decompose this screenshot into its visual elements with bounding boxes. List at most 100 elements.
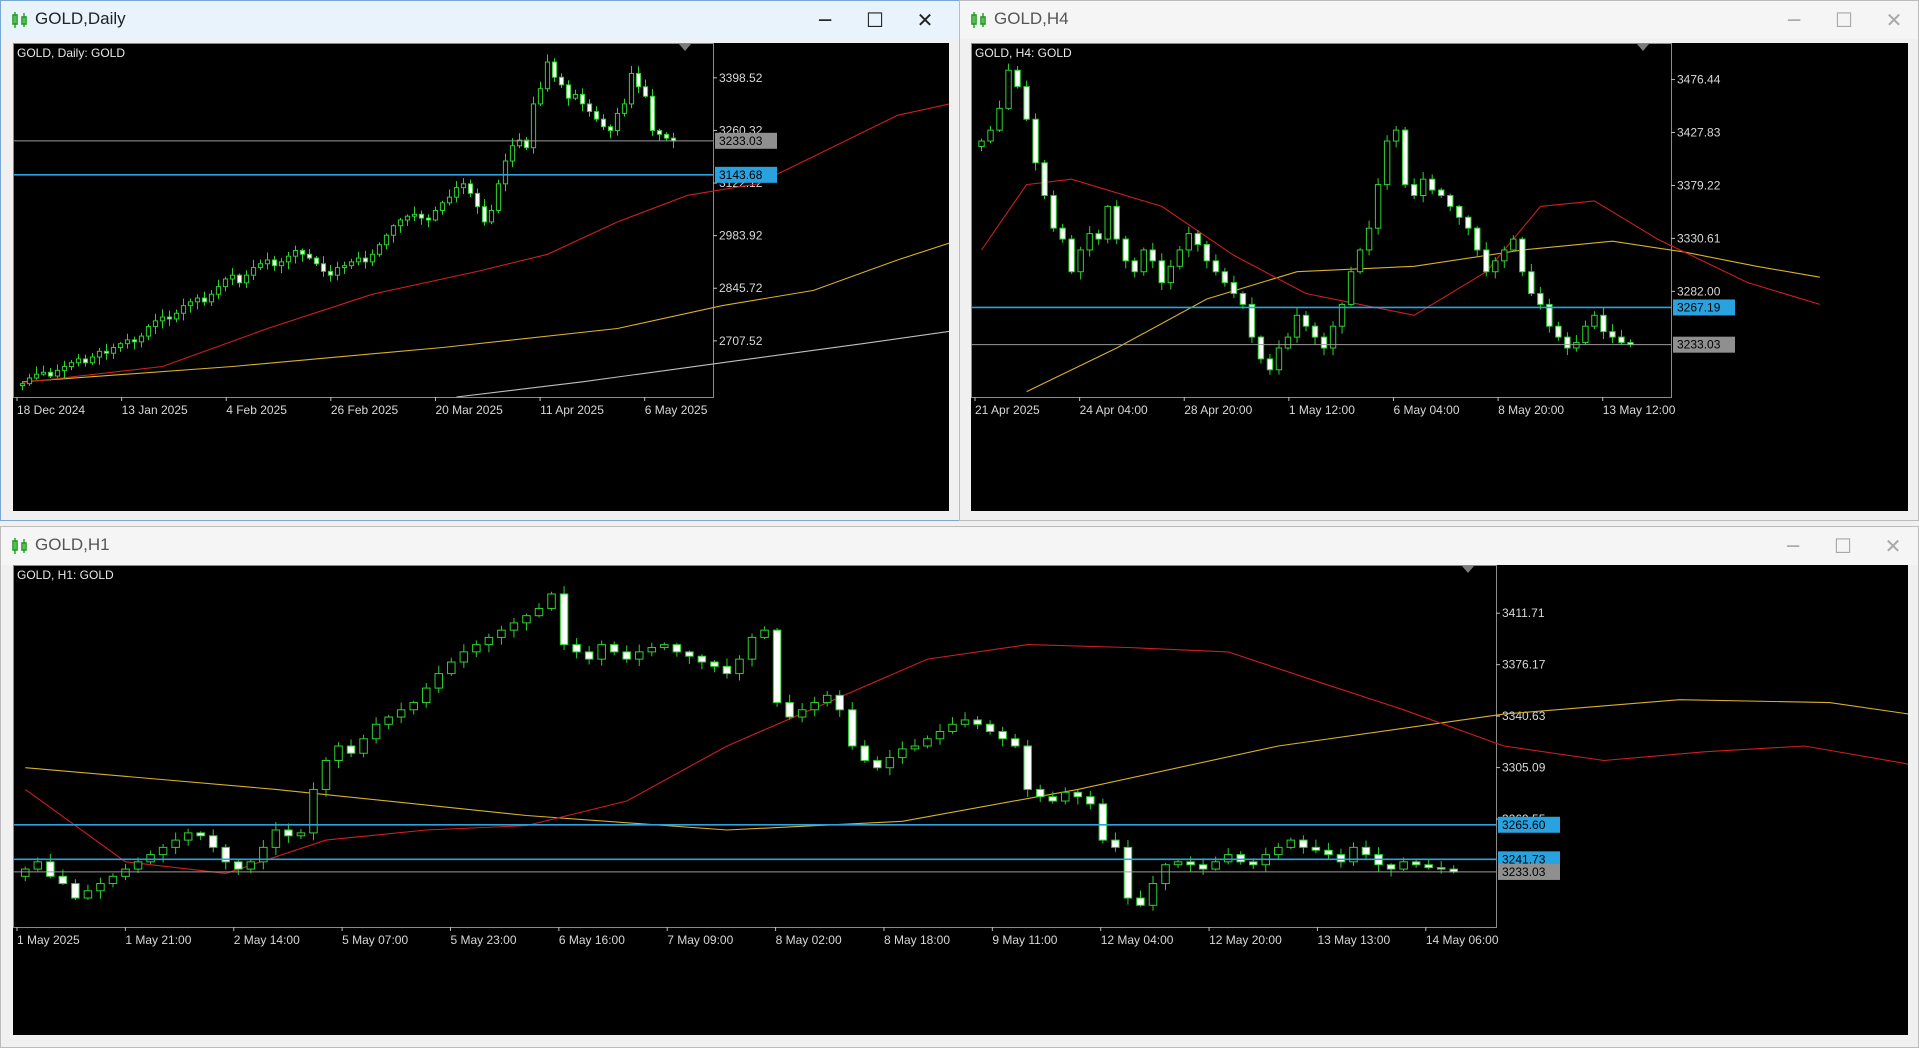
y-tick-label: 3305.09: [1502, 761, 1546, 775]
candle-bull: [309, 788, 318, 834]
title-bar-daily[interactable]: GOLD,Daily ─ ☐ ✕: [1, 1, 959, 39]
candle-bear: [1248, 861, 1258, 866]
candle-bull: [439, 202, 446, 211]
minimize-button[interactable]: ─: [1772, 4, 1816, 36]
candle-bear: [1136, 897, 1145, 906]
minimize-icon: ─: [1786, 534, 1800, 558]
candle-bull: [1274, 846, 1283, 856]
minimize-button[interactable]: ─: [1771, 530, 1815, 562]
candle-bear: [481, 206, 488, 223]
price-chart[interactable]: GOLD, H4: GOLD 3476.44 3427.83 3379.22 3330.…: [971, 43, 1908, 511]
candle-bear: [1311, 846, 1321, 851]
close-button[interactable]: ✕: [1872, 4, 1916, 36]
candle-bear: [1257, 336, 1265, 360]
maximize-button[interactable]: ☐: [1822, 4, 1866, 36]
candle-bear: [1010, 738, 1020, 747]
candle-bull: [89, 356, 96, 364]
price-chart[interactable]: GOLD, H1: GOLD3411.713376.173340.633305.…: [13, 565, 1908, 1035]
moving-average-line: [22, 103, 949, 384]
candle-bull: [355, 257, 362, 263]
candle-bull: [117, 343, 124, 349]
close-button[interactable]: ✕: [903, 4, 947, 36]
candle-bear: [622, 651, 631, 660]
close-icon: ✕: [1885, 8, 1903, 32]
candle-bull: [1492, 260, 1499, 273]
title-bar-h1[interactable]: GOLD,H1 ─ ☐ ✕: [1, 527, 1918, 565]
candle-bear: [998, 731, 1007, 740]
candle-bear: [1086, 796, 1095, 805]
candle-bear: [1239, 293, 1247, 305]
candle-bull: [495, 183, 502, 211]
candlestick-chart-icon: [12, 12, 27, 28]
maximize-button[interactable]: ☐: [853, 4, 897, 36]
x-tick-label: 8 May 20:00: [1498, 403, 1564, 417]
candle-bull: [1347, 271, 1355, 305]
candle-bull: [810, 702, 819, 711]
candle-bull: [83, 890, 93, 899]
price-tag-label: 3265.60: [1502, 818, 1546, 832]
candle-bear: [1474, 227, 1481, 251]
candle-bear: [327, 270, 334, 276]
candle-bear: [1411, 861, 1421, 866]
chart-window-h4[interactable]: GOLD,H4 ─ ☐ ✕ GOLD, H4: GOLD 3476.44 3427.…: [959, 0, 1919, 521]
candle-bull: [647, 647, 657, 653]
chart-canvas-h4[interactable]: GOLD, H4: GOLD 3476.44 3427.83 3379.22 3330.…: [971, 43, 1908, 511]
candle-bull: [544, 61, 551, 90]
chart-canvas-h1[interactable]: GOLD, H1: GOLD 3411.71 3376.17 3340.63 3305.…: [13, 565, 1908, 1035]
candle-bear: [320, 263, 327, 272]
chart-window-h1[interactable]: GOLD,H1 ─ ☐ ✕ GOLD, H1: GOLD 3411.71 3376.…: [0, 526, 1919, 1048]
candle-bull: [960, 719, 970, 725]
candle-bear: [722, 665, 732, 675]
x-tick-label: 26 Feb 2025: [331, 403, 399, 417]
candle-bull: [390, 225, 397, 236]
price-chart[interactable]: GOLD, Daily: GOLD3398.523260.323122.1229…: [13, 43, 949, 511]
candle-bear: [271, 259, 278, 267]
candle-bull: [634, 651, 644, 660]
chart-canvas-daily[interactable]: GOLD, Daily: GOLD 3398.52 3260.32 3122.12 29…: [13, 43, 949, 511]
candle-bear: [1336, 854, 1346, 863]
candle-bull: [158, 846, 168, 856]
candle-bull: [376, 244, 383, 255]
candle-bull: [472, 644, 481, 653]
candle-bull: [1223, 854, 1233, 863]
candle-bear: [785, 702, 794, 718]
candle-bull: [996, 107, 1003, 131]
candle-bull: [397, 219, 404, 227]
candle-bear: [1248, 303, 1256, 338]
candle-bull: [987, 129, 994, 142]
candle-bear: [1230, 282, 1238, 295]
candle-bear: [697, 655, 707, 663]
candle-bull: [171, 839, 180, 848]
candle-bear: [1221, 271, 1229, 284]
minimize-button[interactable]: ─: [803, 4, 847, 36]
chart-window-daily[interactable]: GOLD,Daily ─ ☐ ✕ GOLD, Daily: GOLD 3398.5…: [0, 0, 960, 521]
x-tick-label: 8 May 18:00: [884, 933, 950, 947]
maximize-icon: ☐: [1834, 534, 1852, 558]
window-title: GOLD,H1: [35, 535, 110, 554]
candle-bull: [26, 377, 33, 385]
candle-bear: [1266, 358, 1274, 371]
title-bar-h4[interactable]: GOLD,H4 ─ ☐ ✕: [960, 1, 1918, 39]
candle-bull: [96, 883, 105, 892]
candle-bull: [1161, 864, 1170, 885]
price-tag-label: 3267.19: [1677, 300, 1721, 314]
maximize-button[interactable]: ☐: [1821, 530, 1865, 562]
x-tick-label: 12 May 20:00: [1209, 933, 1282, 947]
x-tick-label: 1 May 21:00: [125, 933, 191, 947]
candle-bear: [1186, 861, 1195, 866]
candle-bear: [656, 130, 663, 135]
candle-bear: [873, 759, 882, 769]
minimize-icon: ─: [818, 8, 832, 32]
candle-bull: [1510, 238, 1517, 251]
moving-average-line: [456, 330, 949, 398]
candle-bull: [1104, 205, 1111, 240]
candle-bear: [1528, 271, 1535, 295]
x-tick-label: 13 May 13:00: [1317, 933, 1390, 947]
candle-bull: [1086, 233, 1093, 251]
candle-bull: [572, 93, 579, 99]
candle-bull: [614, 112, 621, 132]
candle-bull: [383, 234, 390, 246]
candle-bull: [110, 347, 117, 354]
candle-bear: [299, 249, 306, 255]
close-button[interactable]: ✕: [1871, 530, 1915, 562]
